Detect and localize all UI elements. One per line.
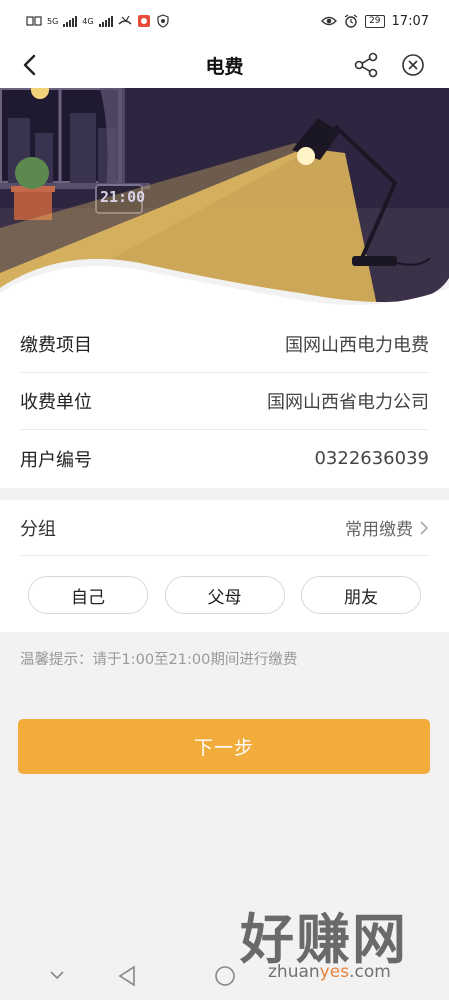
- info-row-account: 用户编号 0322636039: [20, 430, 429, 487]
- payment-tip: 温馨提示：请于1:00至21:00期间进行缴费: [20, 652, 298, 668]
- share-icon[interactable]: [351, 50, 381, 80]
- group-selector[interactable]: 分组 常用缴费: [20, 500, 429, 556]
- clock-time: 17:07: [391, 13, 429, 29]
- back-triangle-icon[interactable]: [116, 964, 138, 988]
- info-row-item: 缴费项目 国网山西电力电费: [20, 316, 429, 373]
- info-label: 用户编号: [20, 449, 92, 471]
- eye-icon: [321, 16, 337, 26]
- info-value: 国网山西电力电费: [285, 335, 429, 356]
- chip-self[interactable]: 自己: [28, 576, 148, 614]
- battery-indicator: 29: [365, 14, 385, 28]
- sim1-label: 5G: [47, 16, 59, 26]
- signal-5g-icon: [63, 15, 78, 27]
- system-navigation-bar: [0, 952, 449, 1000]
- shield-notification-icon: [156, 14, 169, 28]
- info-label: 收费单位: [20, 392, 92, 413]
- status-bar: 5G 4G 29 17:07: [0, 0, 449, 42]
- status-right: 29 17:07: [321, 14, 429, 29]
- collapse-icon[interactable]: [46, 964, 68, 986]
- info-row-unit: 收费单位 国网山西省电力公司: [20, 373, 429, 430]
- sim1-icon: [26, 16, 42, 26]
- missed-call-icon: [118, 15, 132, 25]
- close-circle-icon[interactable]: [399, 51, 427, 79]
- info-value: 国网山西省电力公司: [267, 392, 429, 413]
- sim2-label: 4G: [82, 16, 94, 26]
- alarm-icon: [344, 14, 358, 28]
- info-value: 0322636039: [314, 448, 429, 469]
- banner-clock-text: 21:00: [100, 188, 146, 206]
- group-card: 分组 常用缴费 自己 父母 朋友: [0, 500, 449, 632]
- group-label: 分组: [20, 518, 56, 540]
- status-left: 5G 4G: [26, 14, 170, 28]
- chip-friends[interactable]: 朋友: [301, 576, 421, 614]
- info-label: 缴费项目: [20, 335, 92, 356]
- app-notification-icon: [137, 15, 150, 27]
- page-title: 电费: [205, 56, 244, 78]
- lamp-scene-illustration: [0, 88, 449, 320]
- group-value: 常用缴费: [345, 520, 413, 540]
- chevron-right-icon: [420, 520, 429, 535]
- payment-info-card: 缴费项目 国网山西电力电费 收费单位 国网山西省电力公司 用户编号 032263…: [0, 316, 449, 488]
- banner-illustration: 21:00: [0, 88, 449, 320]
- next-step-button[interactable]: 下一步: [18, 719, 430, 774]
- group-value-wrap: 常用缴费: [345, 515, 429, 540]
- chip-parents[interactable]: 父母: [164, 576, 285, 614]
- navigation-bar: 电费: [0, 42, 449, 88]
- signal-4g-icon: [98, 15, 113, 27]
- home-circle-icon[interactable]: [213, 964, 237, 988]
- group-chips: 自己 父母 朋友: [28, 576, 421, 614]
